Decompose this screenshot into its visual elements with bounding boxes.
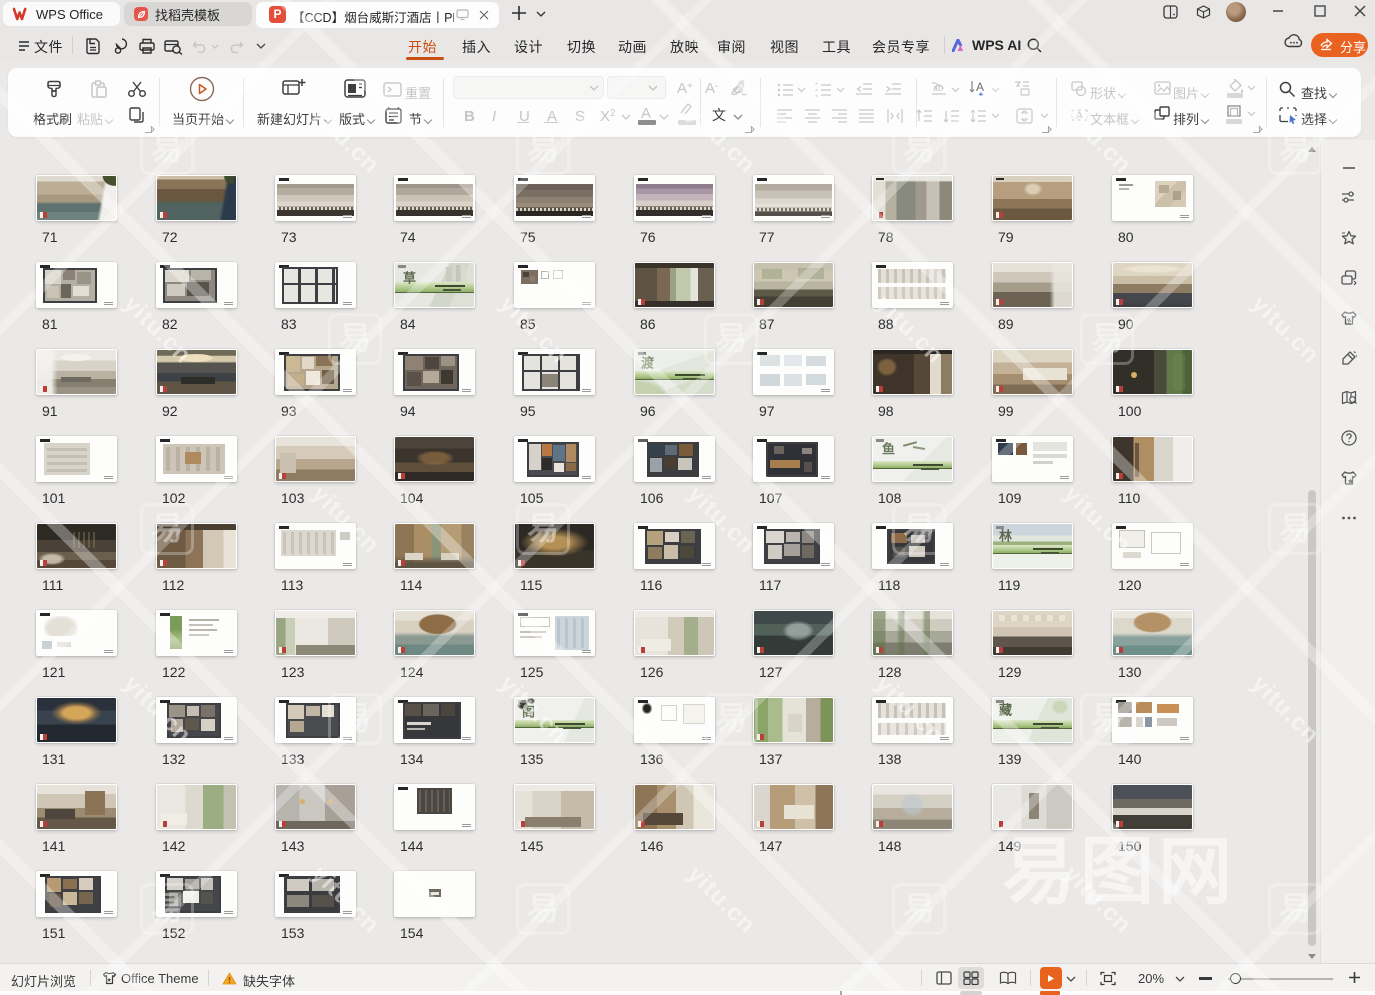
svg-text:A: A [1076, 111, 1083, 122]
svg-text:ab: ab [933, 83, 943, 93]
svg-text:A: A [976, 80, 984, 94]
